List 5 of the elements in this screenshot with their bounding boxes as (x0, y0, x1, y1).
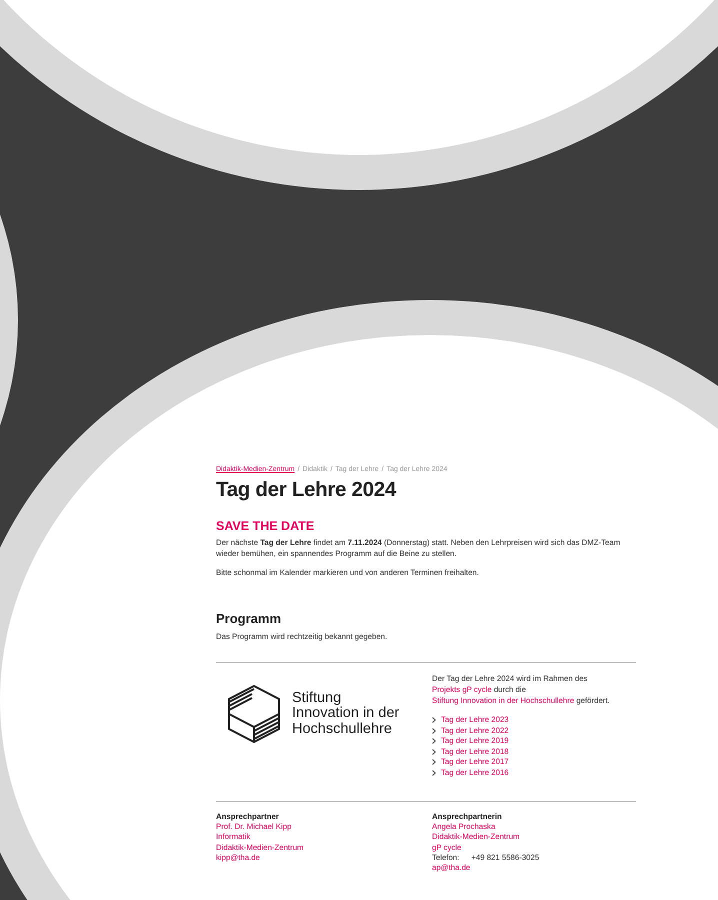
page-title: Tag der Lehre 2024 (216, 478, 398, 502)
foundation-logo-text: Stiftung Innovation in der Hochschullehre (292, 690, 400, 738)
section-heading: Programm (216, 611, 282, 626)
save-the-date-heading: SAVE THE DATE (216, 519, 316, 533)
stacked-cube-logo-icon (228, 685, 280, 743)
